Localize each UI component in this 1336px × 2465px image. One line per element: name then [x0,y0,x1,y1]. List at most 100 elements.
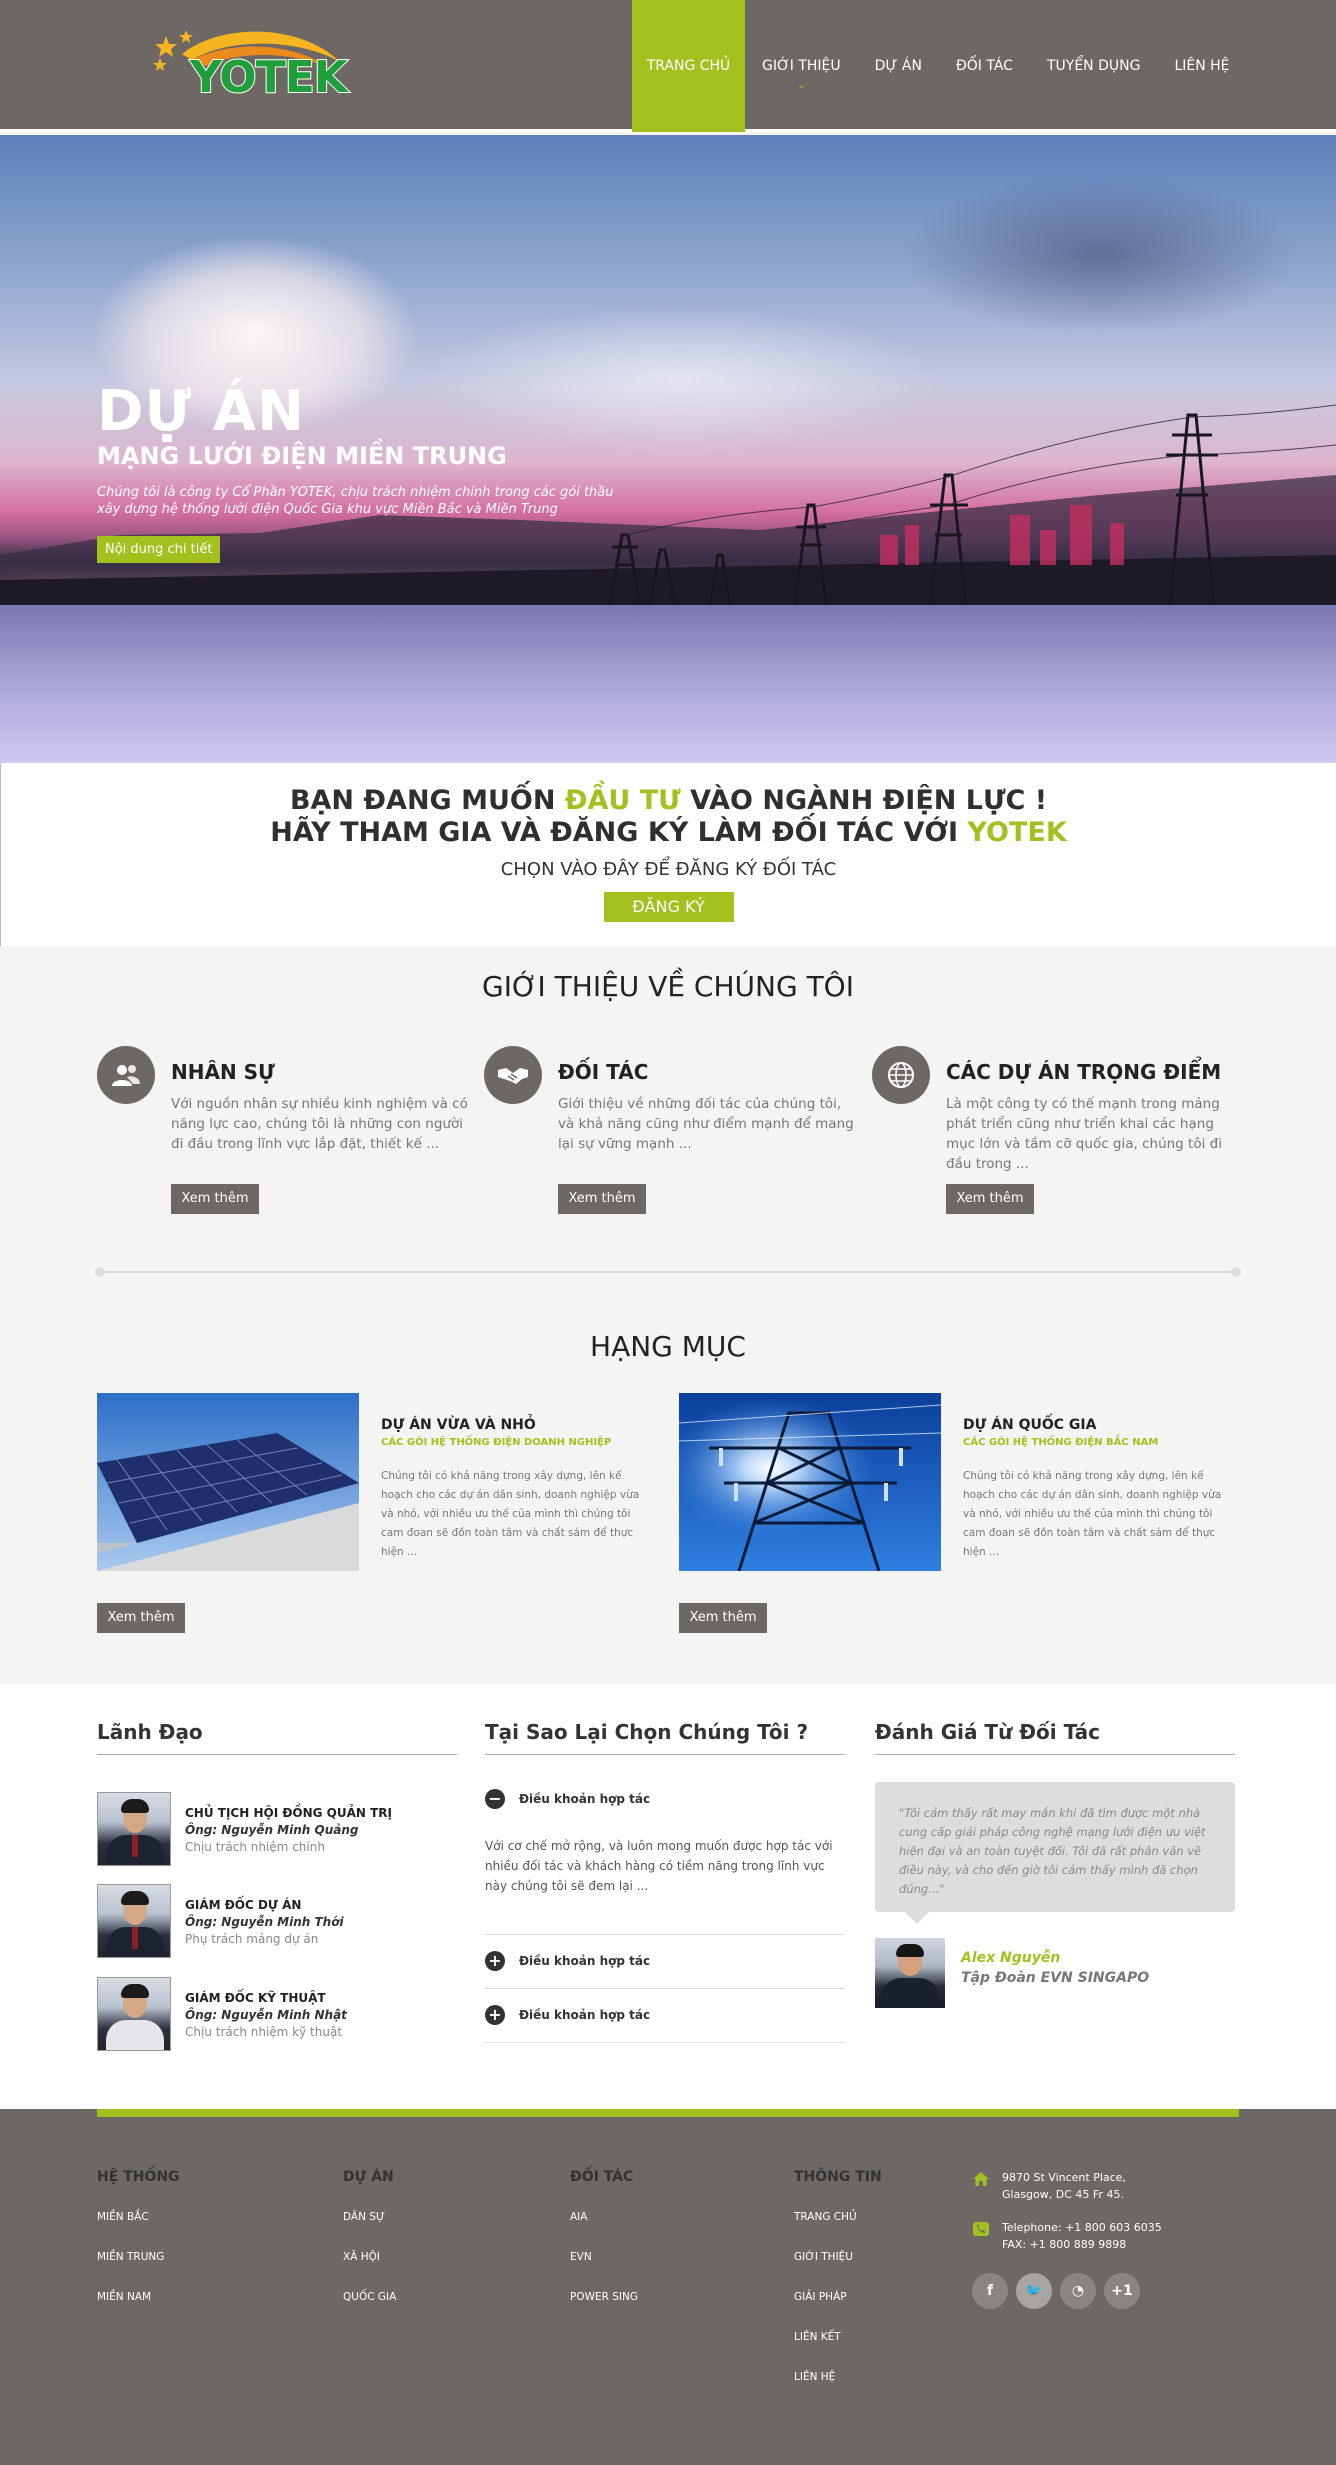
rss-icon[interactable]: ◔ [1060,2273,1096,2309]
home-icon [973,2172,989,2186]
footer-link[interactable]: DÂN SỰ [343,2209,396,2249]
footer-col-title: DỰ ÁN [343,2169,394,2185]
nav-recruitment[interactable]: TUYỂN DỤNG [1030,0,1157,132]
solar-panel-image[interactable] [97,1393,359,1571]
category-tag: CÁC GÓI HỆ THỐNG ĐIỆN DOANH NGHIỆP [381,1437,612,1448]
hero-text: DỰ ÁN MẠNG LƯỚI ĐIỆN MIỀN TRUNG Chúng tô… [97,380,617,563]
leader-card[interactable]: CHỦ TỊCH HỘI ĐỒNG QUẢN TRỊ Ông: Nguyễn M… [97,1792,457,1866]
accordion-divider [485,1934,845,1935]
footer-col-info: THÔNG TIN TRANG CHỦ GIỚI THIỆU GIẢI PHÁP… [794,2169,882,2409]
hero-banner: DỰ ÁN MẠNG LƯỚI ĐIỆN MIỀN TRUNG Chúng tô… [0,135,1336,763]
footer-col-system: HỆ THỐNG MIỀN BẮC MIỀN TRUNG MIỀN NAM [97,2169,180,2329]
cta-headline-1: BẠN ĐANG MUỐN ĐẦU TƯ VÀO NGÀNH ĐIỆN LỰC … [1,785,1336,817]
category-desc: Chúng tôi có khả năng trong xây dựng, lê… [963,1470,1222,1558]
testimonial-org: Tập Đoàn EVN SINGAPO [961,1970,1150,1986]
avatar [97,1977,171,2051]
footer-link[interactable]: MIỀN NAM [97,2289,180,2329]
accordion-divider [485,2042,845,2043]
footer-link[interactable]: MIỀN TRUNG [97,2249,180,2289]
footer-link[interactable]: POWER SING [570,2289,638,2329]
footer-col-projects: DỰ ÁN DÂN SỰ XÃ HỘI QUỐC GIA [343,2169,396,2329]
footer-link[interactable]: XÃ HỘI [343,2249,396,2289]
people-icon [97,1046,155,1104]
feature-desc: Giới thiệu về những đối tác của chúng tô… [558,1096,854,1152]
leader-role: CHỦ TỊCH HỘI ĐỒNG QUẢN TRỊ [185,1806,393,1820]
category-name: DỰ ÁN QUỐC GIA [963,1417,1097,1433]
leader-duty: Chịu trách nhiệm chính [185,1840,325,1854]
cta-headline-2: HÃY THAM GIA VÀ ĐĂNG KÝ LÀM ĐỐI TÁC VỚI … [1,817,1336,849]
accordion-label: Điều khoản hợp tác [519,2008,651,2022]
facebook-icon[interactable]: f [972,2273,1008,2309]
accordion-label: Điều khoản hợp tác [519,1954,651,1968]
leader-role: GIÁM ĐỐC KỸ THUẬT [185,1991,326,2005]
leader-card[interactable]: GIÁM ĐỐC DỰ ÁN Ông: Nguyễn Minh Thới Phụ… [97,1884,457,1958]
footer-link[interactable]: GIỚI THIỆU [794,2249,882,2289]
footer-link[interactable]: LIÊN KẾT [794,2329,882,2369]
leader-name: Ông: Nguyễn Minh Thới [185,1915,344,1929]
footer-contact: 9870 St Vincent Place, Glasgow, DC 45 Fr… [972,2169,1232,2309]
review-title: Đánh Giá Từ Đối Tác [875,1720,1235,1755]
plus-circle-icon: + [485,2005,505,2025]
feature-title: CÁC DỰ ÁN TRỌNG ĐIỂM [946,1060,1222,1084]
avatar [97,1884,171,1958]
feature-more-button[interactable]: Xem thêm [558,1184,646,1214]
footer-accent-bar [97,2109,1239,2117]
footer-col-title: ĐỐI TÁC [570,2169,634,2185]
address-line: Glasgow, DC 45 Fr 45. [1002,2188,1124,2201]
accordion-header[interactable]: − Điều khoản hợp tác [485,1788,845,1810]
footer-link[interactable]: QUỐC GIA [343,2289,396,2329]
footer-col-partners: ĐỐI TÁC AIA EVN POWER SING [570,2169,638,2329]
category-more-button[interactable]: Xem thêm [679,1603,767,1633]
hero-detail-button[interactable]: Nội dung chi tiết [97,536,221,563]
cta-highlight: ĐẦU TƯ [564,785,681,816]
yotek-logo[interactable]: YOTEK [152,26,349,108]
globe-icon [872,1046,930,1104]
footer-link[interactable]: AIA [570,2209,638,2249]
address-line: 9870 St Vincent Place, [1002,2171,1126,2184]
phone-line: Telephone: +1 800 603 6035 [1002,2221,1162,2234]
leader-name: Ông: Nguyễn Minh Quảng [185,1823,359,1837]
why-us-title: Tại Sao Lại Chọn Chúng Tôi ? [485,1720,845,1755]
feature-title: NHÂN SỰ [171,1060,275,1084]
feature-more-button[interactable]: Xem thêm [946,1184,1034,1214]
nav-projects[interactable]: DỰ ÁN [858,0,939,132]
nav-contact[interactable]: LIÊN HỆ [1157,0,1246,132]
footer-address: 9870 St Vincent Place, Glasgow, DC 45 Fr… [972,2169,1232,2203]
leader-role: GIÁM ĐỐC DỰ ÁN [185,1898,302,1912]
footer-link[interactable]: LIÊN HỆ [794,2369,882,2409]
accordion-header[interactable]: + Điều khoản hợp tác [485,1950,845,1972]
footer-link[interactable]: GIẢI PHÁP [794,2289,882,2329]
hero-title: DỰ ÁN [97,379,305,444]
hero-desc-line: xây dựng hệ thống lưới điện Quốc Gia khu… [97,502,558,517]
nav-partners[interactable]: ĐỐI TÁC [939,0,1030,132]
footer-link[interactable]: TRANG CHỦ [794,2209,882,2249]
category-more-button[interactable]: Xem thêm [97,1603,185,1633]
footer-link[interactable]: MIỀN BẮC [97,2209,180,2249]
site-footer: HỆ THỐNG MIỀN BẮC MIỀN TRUNG MIỀN NAM DỰ… [0,2109,1336,2465]
google-plus-icon[interactable]: +1 [1104,2273,1140,2309]
leader-card[interactable]: GIÁM ĐỐC KỸ THUẬT Ông: Nguyễn Minh Nhật … [97,1977,457,2051]
accordion-header[interactable]: + Điều khoản hợp tác [485,2004,845,2026]
about-title: GIỚI THIỆU VỀ CHÚNG TÔI [482,970,854,1003]
footer-col-title: HỆ THỐNG [97,2169,180,2185]
footer-link[interactable]: EVN [570,2249,638,2289]
footer-col-title: THÔNG TIN [794,2169,882,2185]
nav-home[interactable]: TRANG CHỦ [632,0,745,132]
avatar [875,1938,945,2008]
fax-line: FAX: +1 800 889 9898 [1002,2238,1127,2251]
site-header: YOTEK TRANG CHỦ GIỚI THIỆU ⌄ DỰ ÁN ĐỐI T… [0,0,1336,132]
leader-duty: Chịu trách nhiệm kỹ thuật [185,2025,343,2039]
feature-more-button[interactable]: Xem thêm [171,1184,259,1214]
plus-circle-icon: + [485,1951,505,1971]
accordion-item: + Điều khoản hợp tác [485,1950,845,1972]
register-button[interactable]: ĐĂNG KÝ [603,892,734,922]
accordion-item-open: − Điều khoản hợp tác Với cơ chế mở rộng,… [485,1788,845,1896]
partner-cta: BẠN ĐANG MUỐN ĐẦU TƯ VÀO NGÀNH ĐIỆN LỰC … [0,763,1336,946]
why-us-column: Tại Sao Lại Chọn Chúng Tôi ? − Điều khoả… [485,1720,845,2043]
hero-subtitle: MẠNG LƯỚI ĐIỆN MIỀN TRUNG [97,442,507,470]
category-name: DỰ ÁN VỪA VÀ NHỎ [381,1417,536,1433]
nav-about[interactable]: GIỚI THIỆU ⌄ [745,0,858,132]
twitter-icon[interactable]: 🐦 [1016,2273,1052,2309]
leader-name: Ông: Nguyễn Minh Nhật [185,2008,347,2022]
transmission-tower-image[interactable] [679,1393,941,1571]
